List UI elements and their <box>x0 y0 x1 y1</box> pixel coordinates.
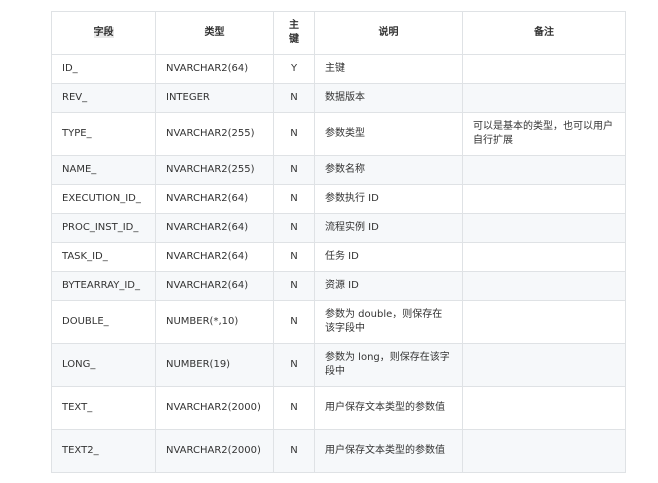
header-type: 类型 <box>155 11 274 55</box>
cell-field: TYPE_ <box>51 112 156 156</box>
header-field: 字段 <box>51 11 156 55</box>
cell-field: LONG_ <box>51 343 156 387</box>
cell-note <box>462 343 626 387</box>
cell-note <box>462 429 626 473</box>
cell-field: PROC_INST_ID_ <box>51 213 156 243</box>
cell-type: NVARCHAR2(64) <box>155 54 274 84</box>
cell-note <box>462 184 626 214</box>
header-row: 字段 类型 主 键 说明 备注 <box>51 11 626 55</box>
table-header: 字段 类型 主 键 说明 备注 <box>51 11 626 55</box>
cell-type: NUMBER(19) <box>155 343 274 387</box>
cell-field: TEXT2_ <box>51 429 156 473</box>
cell-note <box>462 386 626 430</box>
cell-description: 用户保存文本类型的参数值 <box>314 386 463 430</box>
cell-note <box>462 54 626 84</box>
table-row: ID_ NVARCHAR2(64) Y 主键 <box>51 54 626 84</box>
header-field-label: 字段 <box>93 27 114 38</box>
table-row: TEXT2_ NVARCHAR2(2000) N 用户保存文本类型的参数值 <box>51 429 626 473</box>
table-row: TEXT_ NVARCHAR2(2000) N 用户保存文本类型的参数值 <box>51 386 626 430</box>
table-row: NAME_ NVARCHAR2(255) N 参数名称 <box>51 155 626 185</box>
cell-primary-key: N <box>273 155 315 185</box>
table-row: EXECUTION_ID_ NVARCHAR2(64) N 参数执行 ID <box>51 184 626 214</box>
cell-type: NVARCHAR2(64) <box>155 184 274 214</box>
cell-description: 参数执行 ID <box>314 184 463 214</box>
cell-note <box>462 83 626 113</box>
table-body: ID_ NVARCHAR2(64) Y 主键 REV_ INTEGER N 数据版本 TYPE_… <box>51 54 626 473</box>
cell-field: EXECUTION_ID_ <box>51 184 156 214</box>
cell-primary-key: N <box>273 343 315 387</box>
cell-primary-key: N <box>273 386 315 430</box>
cell-field: TASK_ID_ <box>51 242 156 272</box>
cell-description: 数据版本 <box>314 83 463 113</box>
cell-type: NVARCHAR2(2000) <box>155 386 274 430</box>
cell-description: 参数类型 <box>314 112 463 156</box>
cell-type: NVARCHAR2(64) <box>155 271 274 301</box>
cell-primary-key: N <box>273 112 315 156</box>
cell-primary-key: N <box>273 184 315 214</box>
table-row: REV_ INTEGER N 数据版本 <box>51 83 626 113</box>
table-row: TASK_ID_ NVARCHAR2(64) N 任务 ID <box>51 242 626 272</box>
cell-note <box>462 242 626 272</box>
cell-primary-key: N <box>273 242 315 272</box>
cell-note <box>462 213 626 243</box>
table-row: DOUBLE_ NUMBER(*,10) N 参数为 double，则保存在该字段中 <box>51 300 626 344</box>
cell-note: 可以是基本的类型，也可以用户自行扩展 <box>462 112 626 156</box>
cell-field: ID_ <box>51 54 156 84</box>
cell-note <box>462 271 626 301</box>
cell-field: REV_ <box>51 83 156 113</box>
cell-type: NVARCHAR2(64) <box>155 242 274 272</box>
cell-primary-key: N <box>273 213 315 243</box>
cell-note <box>462 300 626 344</box>
cell-field: DOUBLE_ <box>51 300 156 344</box>
cell-description: 流程实例 ID <box>314 213 463 243</box>
header-pk-label: 主 键 <box>289 20 299 45</box>
cell-description: 主键 <box>314 54 463 84</box>
cell-description: 参数名称 <box>314 155 463 185</box>
header-primary-key: 主 键 <box>273 11 315 55</box>
cell-primary-key: N <box>273 300 315 344</box>
cell-type: NVARCHAR2(64) <box>155 213 274 243</box>
cell-note <box>462 155 626 185</box>
header-note: 备注 <box>462 11 626 55</box>
cell-type: NVARCHAR2(255) <box>155 155 274 185</box>
cell-description: 资源 ID <box>314 271 463 301</box>
header-description: 说明 <box>314 11 463 55</box>
cell-description: 参数为 long，则保存在该字段中 <box>314 343 463 387</box>
cell-primary-key: N <box>273 429 315 473</box>
cell-type: NUMBER(*,10) <box>155 300 274 344</box>
cell-description: 任务 ID <box>314 242 463 272</box>
cell-field: BYTEARRAY_ID_ <box>51 271 156 301</box>
table-row: BYTEARRAY_ID_ NVARCHAR2(64) N 资源 ID <box>51 271 626 301</box>
cell-primary-key: N <box>273 271 315 301</box>
field-spec-table: 字段 类型 主 键 说明 备注 ID_ NVARCHAR2(64) Y 主键 REV_ I… <box>51 11 626 473</box>
cell-primary-key: Y <box>273 54 315 84</box>
table-row: PROC_INST_ID_ NVARCHAR2(64) N 流程实例 ID <box>51 213 626 243</box>
table-row: LONG_ NUMBER(19) N 参数为 long，则保存在该字段中 <box>51 343 626 387</box>
cell-description: 用户保存文本类型的参数值 <box>314 429 463 473</box>
cell-type: NVARCHAR2(2000) <box>155 429 274 473</box>
cell-type: NVARCHAR2(255) <box>155 112 274 156</box>
table-row: TYPE_ NVARCHAR2(255) N 参数类型 可以是基本的类型，也可以用户自行… <box>51 112 626 156</box>
cell-type: INTEGER <box>155 83 274 113</box>
cell-field: TEXT_ <box>51 386 156 430</box>
cell-description: 参数为 double，则保存在该字段中 <box>314 300 463 344</box>
cell-field: NAME_ <box>51 155 156 185</box>
cell-primary-key: N <box>273 83 315 113</box>
